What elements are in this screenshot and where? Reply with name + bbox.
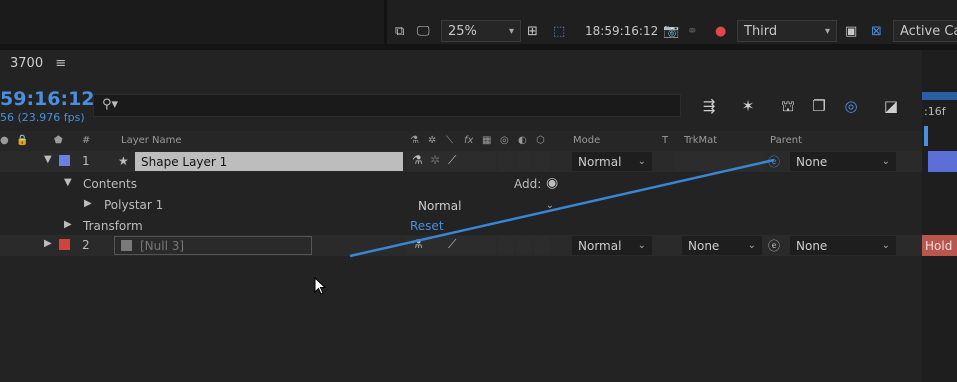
mouse-cursor-icon bbox=[314, 277, 327, 295]
pick-whip-line-overlay bbox=[349, 158, 775, 258]
pick-whip-line bbox=[349, 158, 775, 258]
